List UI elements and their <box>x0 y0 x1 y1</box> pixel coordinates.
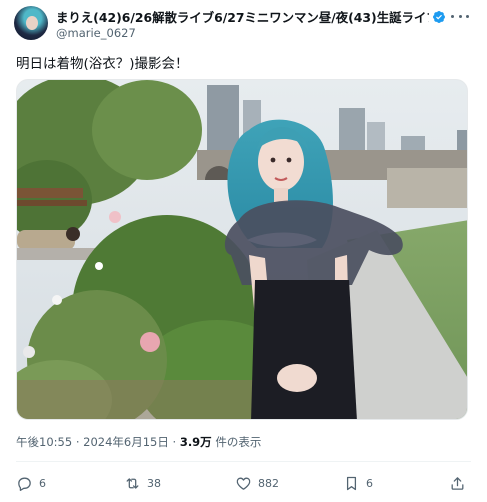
more-dot-icon <box>451 14 454 18</box>
tweet-time[interactable]: 午後10:55 <box>16 435 72 449</box>
bookmark-button[interactable]: 6 <box>343 472 373 494</box>
meta-separator: · <box>172 435 177 449</box>
tweet-date[interactable]: 2024年6月15日 <box>83 435 169 449</box>
reply-count: 6 <box>39 476 46 490</box>
more-dot-icon <box>458 14 462 18</box>
like-count: 882 <box>258 476 279 490</box>
tweet-metadata: 午後10:55 · 2024年6月15日 · 3.9万 件の表示 <box>16 434 261 450</box>
tweet-card: まりえ(42)6/26解散ライブ6/27ミニワンマン昼/夜(43)生誕ライブ両日… <box>0 0 487 502</box>
retweet-button[interactable]: 38 <box>124 472 161 494</box>
author-avatar[interactable] <box>14 6 48 40</box>
author-handle[interactable]: @marie_0627 <box>56 26 136 40</box>
share-button[interactable] <box>449 472 466 494</box>
divider <box>16 461 471 462</box>
photo-illustration <box>17 80 467 419</box>
like-button[interactable]: 882 <box>235 472 279 494</box>
heart-icon <box>236 477 251 490</box>
bookmark-icon <box>346 476 357 490</box>
bookmark-count: 6 <box>366 476 373 490</box>
share-icon <box>451 476 464 490</box>
action-bar: 6 38 882 6 <box>16 472 471 494</box>
reply-button[interactable]: 6 <box>16 472 46 494</box>
tweet-text: 明日は着物(浴衣？)撮影会！ <box>16 56 189 72</box>
reply-icon <box>18 477 31 491</box>
author-name-row: まりえ(42)6/26解散ライブ6/27ミニワンマン昼/夜(43)生誕ライブ両日 <box>56 8 446 26</box>
meta-separator: · <box>75 435 80 449</box>
more-dot-icon <box>466 14 469 18</box>
author-display-name[interactable]: まりえ(42)6/26解散ライブ6/27ミニワンマン昼/夜(43)生誕ライブ両日 <box>56 8 429 26</box>
tweet-photo[interactable] <box>16 79 468 420</box>
avatar-face <box>26 16 38 30</box>
more-options-button[interactable] <box>451 8 469 24</box>
retweet-count: 38 <box>147 476 161 490</box>
verified-badge-icon <box>433 11 445 23</box>
retweet-icon <box>126 477 139 489</box>
views-label: 件の表示 <box>215 435 262 449</box>
views-count: 3.9万 <box>179 435 212 449</box>
